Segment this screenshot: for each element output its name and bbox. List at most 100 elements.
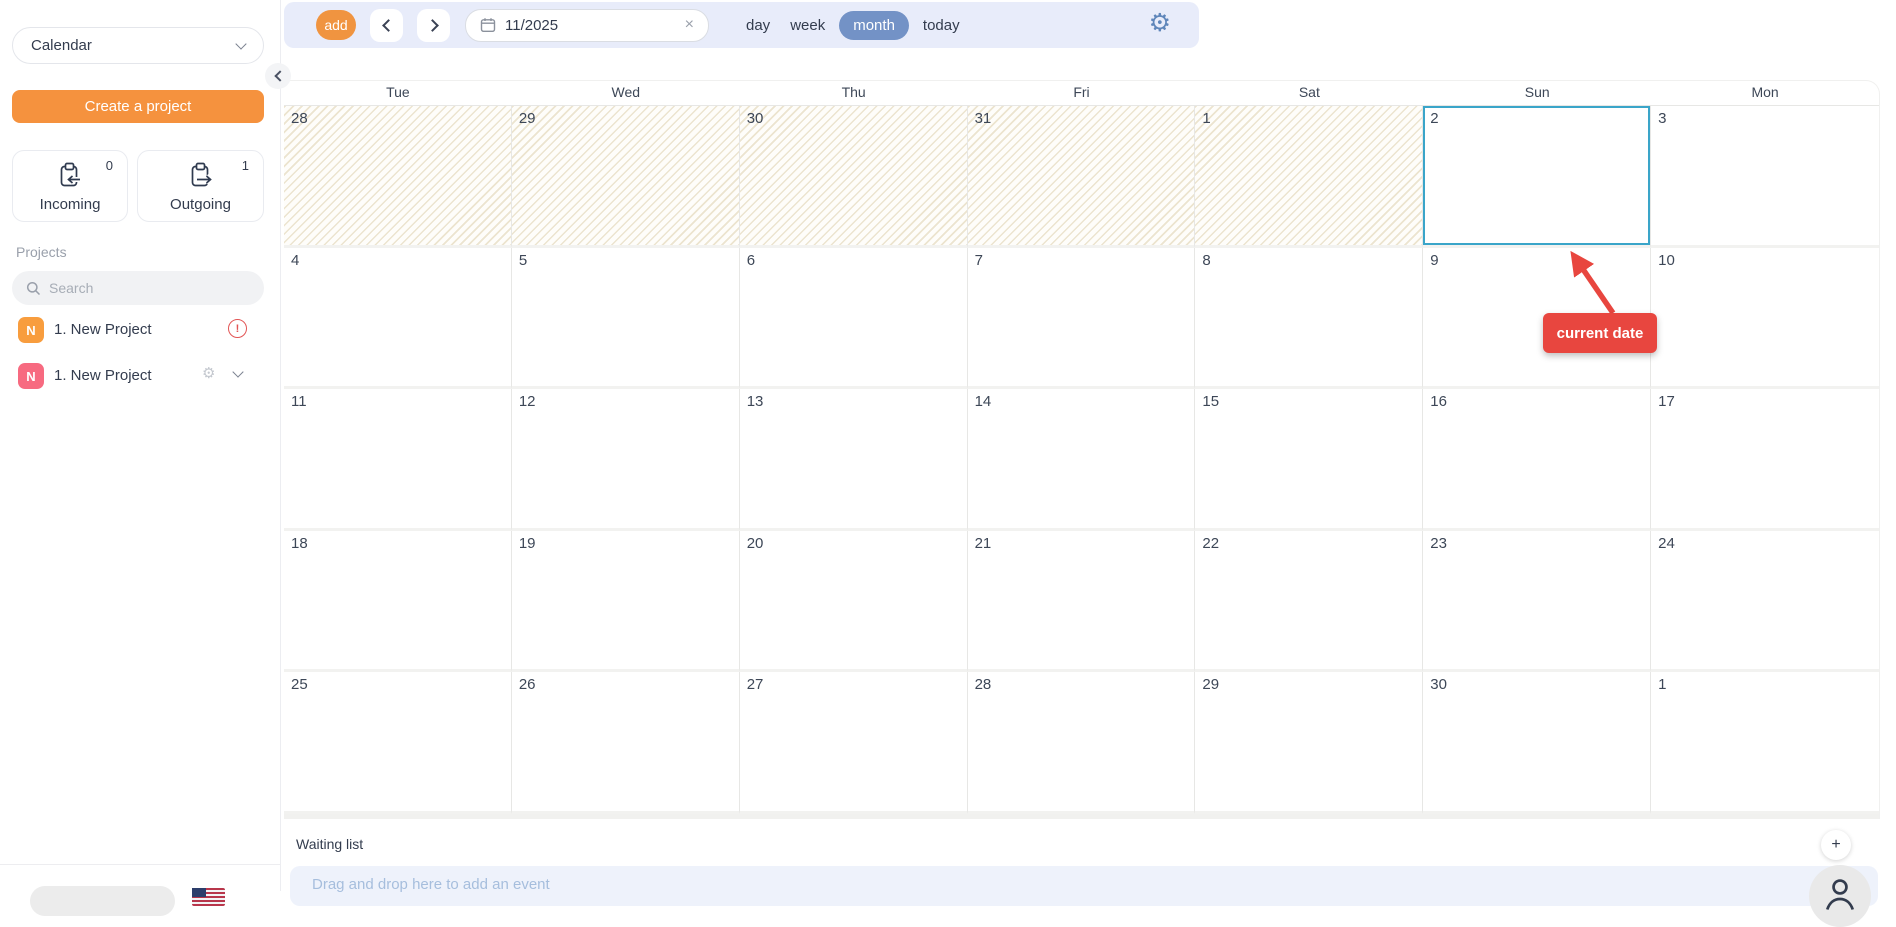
view-week-button[interactable]: week [780,11,835,40]
date-number: 26 [519,676,536,693]
calendar-cell-current-date[interactable]: 2 [1423,106,1651,248]
sidebar-collapse-button[interactable] [265,63,291,89]
project-search[interactable] [12,271,264,305]
calendar-cell[interactable]: 8 [1195,248,1423,390]
calendar-cell[interactable]: 16 [1423,389,1651,531]
calendar-cell[interactable]: 27 [740,672,968,814]
chevron-left-icon [274,70,285,81]
clear-date-icon[interactable]: × [685,17,694,33]
date-number: 6 [747,252,755,269]
calendar-cell[interactable]: 13 [740,389,968,531]
calendar-cell[interactable]: 23 [1423,531,1651,673]
chevron-down-icon[interactable] [232,366,243,377]
calendar-cell[interactable]: 24 [1651,531,1879,673]
settings-gear-icon[interactable]: ⚙ [1149,11,1171,36]
day-header: Sun [1423,81,1651,105]
project-item[interactable]: N 1. New Project ! [0,315,281,345]
current-date-annotation: current date [1543,313,1657,353]
workspace-selector[interactable]: Calendar [12,27,264,64]
view-day-button[interactable]: day [736,11,780,40]
calendar-panel: TueWedThuFriSatSunMon 282930311234567891… [284,80,1880,819]
incoming-card[interactable]: 0 Incoming [12,150,128,222]
calendar-cell[interactable]: 21 [968,531,1196,673]
calendar-cell[interactable]: 3 [1651,106,1879,248]
calendar-cell[interactable]: 19 [512,531,740,673]
calendar-cell[interactable]: 20 [740,531,968,673]
calendar-cell[interactable]: 4 [284,248,512,390]
date-number: 12 [519,393,536,410]
calendar-cell[interactable]: 31 [968,106,1196,248]
add-event-button[interactable]: add [316,10,356,40]
calendar-cell[interactable]: 18 [284,531,512,673]
date-number: 22 [1202,535,1219,552]
date-picker[interactable]: × [465,9,709,42]
date-number: 30 [1430,676,1447,693]
date-number: 7 [975,252,983,269]
calendar-cell[interactable]: 15 [1195,389,1423,531]
date-number: 28 [975,676,992,693]
calendar-cell[interactable]: 17 [1651,389,1879,531]
project-item[interactable]: N 1. New Project ⚙ [0,361,281,391]
date-input[interactable] [505,17,665,34]
date-number: 21 [975,535,992,552]
project-settings-gear-icon[interactable]: ⚙ [202,364,215,382]
date-number: 13 [747,393,764,410]
calendar-cell[interactable]: 30 [1423,672,1651,814]
calendar-cell[interactable]: 1 [1195,106,1423,248]
main-area: add × dayweekmonthtoday ⚙ TueWedThuFriSa… [282,0,1896,891]
view-today-button[interactable]: today [913,11,970,40]
date-number: 1 [1202,110,1210,127]
calendar-cell[interactable]: 28 [284,106,512,248]
date-number: 15 [1202,393,1219,410]
calendar-cell[interactable]: 10 [1651,248,1879,390]
project-avatar: N [18,363,44,389]
date-number: 19 [519,535,536,552]
date-number: 23 [1430,535,1447,552]
day-header-row: TueWedThuFriSatSunMon [284,81,1879,105]
date-number: 16 [1430,393,1447,410]
dropzone-hint: Drag and drop here to add an event [290,866,1878,893]
calendar-cell[interactable]: 26 [512,672,740,814]
waiting-list-dropzone[interactable]: Drag and drop here to add an event [290,866,1878,906]
calendar-cell[interactable]: 12 [512,389,740,531]
date-number: 3 [1658,110,1666,127]
date-number: 18 [291,535,308,552]
calendar-cell[interactable]: 5 [512,248,740,390]
calendar-cell[interactable]: 14 [968,389,1196,531]
date-number: 11 [291,393,307,410]
outgoing-card[interactable]: 1 Outgoing [137,150,264,222]
view-switcher: dayweekmonthtoday [736,11,970,40]
calendar-cell[interactable]: 7 [968,248,1196,390]
search-icon [26,281,41,296]
project-avatar: N [18,317,44,343]
clipboard-arrow-right-icon [138,162,263,195]
search-input[interactable] [49,280,229,296]
date-number: 2 [1430,110,1438,127]
day-header: Fri [968,81,1196,105]
calendar-cell[interactable]: 6 [740,248,968,390]
next-period-button[interactable] [417,9,450,42]
waiting-list-title: Waiting list [296,836,363,852]
calendar-cell[interactable]: 30 [740,106,968,248]
waiting-list-add-button[interactable]: + [1821,830,1851,860]
calendar-cell[interactable]: 22 [1195,531,1423,673]
view-month-button[interactable]: month [839,11,909,40]
sidebar-footer-divider [0,864,281,865]
day-header: Sat [1195,81,1423,105]
create-project-button[interactable]: Create a project [12,90,264,123]
date-number: 29 [1202,676,1219,693]
support-chat-button[interactable] [1809,865,1871,927]
calendar-cell[interactable]: 28 [968,672,1196,814]
calendar-cell[interactable]: 1 [1651,672,1879,814]
calendar-cell[interactable]: 29 [1195,672,1423,814]
calendar-cell[interactable]: 11 [284,389,512,531]
date-number: 10 [1658,252,1675,269]
date-number: 9 [1430,252,1438,269]
chevron-left-icon [382,19,395,32]
alert-badge-icon[interactable]: ! [228,319,247,338]
outgoing-label: Outgoing [138,196,263,213]
project-name: 1. New Project [54,321,152,338]
prev-period-button[interactable] [370,9,403,42]
calendar-cell[interactable]: 25 [284,672,512,814]
calendar-cell[interactable]: 29 [512,106,740,248]
